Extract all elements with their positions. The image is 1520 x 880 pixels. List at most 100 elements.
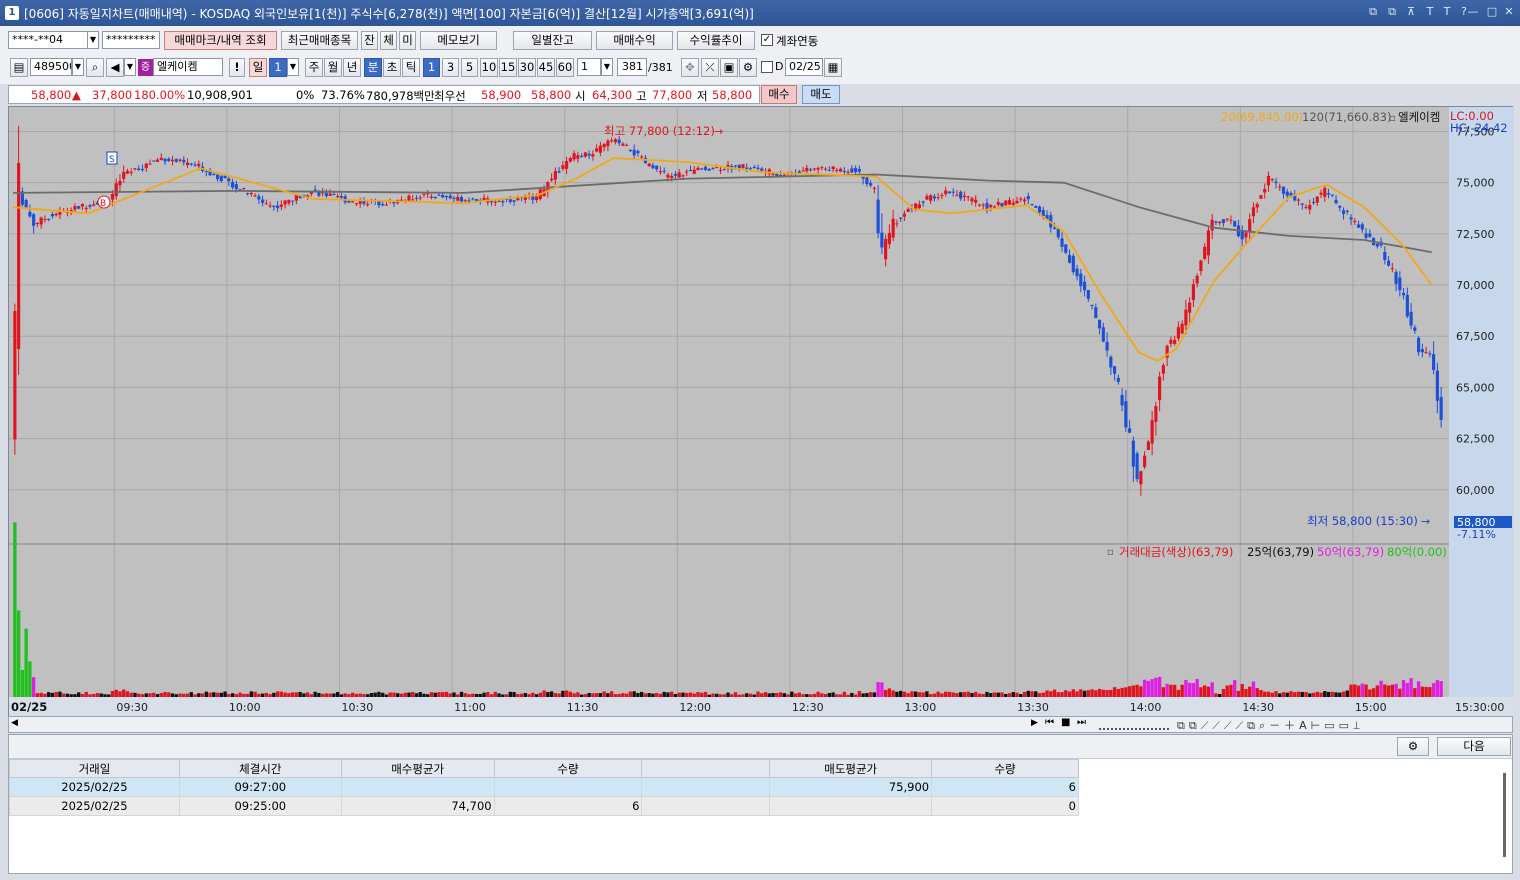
volume-bar [726, 692, 730, 697]
candle-body [1150, 420, 1154, 444]
restore-layout-icon[interactable]: ⧉ [1385, 5, 1399, 19]
current-price: 58,800 [31, 88, 72, 102]
chart-scroll-bar[interactable]: ◀ ▶ ⏮ ■ ⏭ ⧉⧉⟋⟋⟋⟋⧉⌕－＋A⊢▭▭⟂ [8, 716, 1513, 733]
panel-settings-icon[interactable]: ⚙ [1397, 737, 1429, 756]
volume-bar [913, 691, 918, 697]
alert-button[interactable]: ! [229, 58, 245, 77]
memo-button[interactable]: 메모보기 [420, 31, 497, 50]
sell-button[interactable]: 매도 [802, 85, 840, 104]
zoom-slider[interactable] [1099, 719, 1169, 730]
fast-forward-icon[interactable]: ⏭ [1077, 717, 1086, 728]
scroll-left-icon[interactable]: ◀ [11, 718, 18, 728]
period-month[interactable]: 월 [324, 58, 342, 77]
trade-profit-button[interactable]: 매매수익 [596, 31, 673, 50]
volume-bar [508, 691, 512, 697]
volume-bar [1274, 691, 1278, 697]
stop-icon[interactable]: ■ [1061, 717, 1070, 728]
period-day[interactable]: 일 [249, 58, 267, 77]
font-icon[interactable]: T [1423, 5, 1437, 19]
settings-icon[interactable]: ⚙ [739, 58, 757, 77]
minute-30[interactable]: 30 [518, 58, 536, 77]
trade-mark-button[interactable]: 매매마크/내역 조회 [164, 31, 277, 50]
zoom-tools-icon[interactable]: ⧉⧉⟋⟋⟋⟋⧉⌕－＋A⊢▭▭⟂ [1177, 717, 1364, 733]
candle-body [1330, 194, 1334, 196]
pin-icon[interactable]: ⊼ [1404, 5, 1418, 19]
minute-1[interactable]: 1 [423, 58, 440, 77]
account-dropdown-icon[interactable]: ▼ [87, 31, 99, 49]
speaker-dropdown-icon[interactable]: ▼ [124, 58, 136, 76]
volume-bar [880, 682, 884, 697]
ma120-line [12, 173, 1432, 254]
period-year[interactable]: 년 [343, 58, 361, 77]
layout-icon[interactable]: ⧉ [1366, 5, 1380, 19]
rewind-icon[interactable]: ⏮ [1045, 717, 1054, 728]
minute-5[interactable]: 5 [461, 58, 478, 77]
candle-body [1158, 376, 1162, 401]
save-icon[interactable]: ▣ [720, 58, 738, 77]
period-minute[interactable]: 분 [364, 58, 382, 77]
d-checkbox[interactable] [761, 61, 773, 73]
draw-tool-icon[interactable]: ⤫ [701, 58, 719, 77]
count-select[interactable]: 1 [577, 58, 601, 76]
volume-bar [1090, 689, 1094, 697]
candle-body [805, 167, 809, 172]
text-size-icon[interactable]: T [1440, 5, 1454, 19]
account-select[interactable]: ****-**04 [8, 31, 88, 49]
table-row[interactable]: 2025/02/25 09:25:00 74,700 6 0 [9, 796, 1079, 816]
date-input[interactable]: 02/25 [785, 58, 823, 76]
account-link-checkbox[interactable]: ✓ [761, 34, 773, 46]
executed-button[interactable]: 체 [380, 31, 397, 50]
table-row[interactable]: 2025/02/25 09:27:00 75,900 6 [9, 777, 1079, 797]
calendar-icon[interactable]: ▦ [824, 58, 842, 77]
panel-scrollbar[interactable] [1503, 773, 1506, 857]
crosshair-icon[interactable]: ✥ [681, 58, 699, 77]
minute-45[interactable]: 45 [537, 58, 555, 77]
period-week[interactable]: 주 [305, 58, 323, 77]
period-second[interactable]: 초 [383, 58, 401, 77]
candle-body [32, 214, 36, 226]
next-button[interactable]: 다음 [1437, 737, 1511, 756]
minute-15[interactable]: 15 [499, 58, 517, 77]
count-dropdown-icon[interactable]: ▼ [601, 58, 613, 76]
volume-bar [426, 694, 430, 697]
candle-body [1004, 200, 1008, 206]
stock-name-field[interactable]: 엘케이켐 [153, 58, 223, 76]
volume-bar [962, 692, 967, 697]
volume-bar [1101, 689, 1106, 697]
recent-trades-button[interactable]: 최근매매종목 [281, 31, 358, 50]
period-dropdown-icon[interactable]: ▼ [287, 58, 299, 76]
maximize-button[interactable]: □ [1485, 5, 1499, 19]
minute-10[interactable]: 10 [480, 58, 498, 77]
volume-bar [868, 692, 873, 697]
minimize-button[interactable]: — [1466, 5, 1480, 19]
close-button[interactable]: ✕ [1502, 5, 1516, 19]
password-field[interactable]: ********* [102, 31, 160, 49]
buy-button[interactable]: 매수 [761, 85, 797, 104]
candle-body [1131, 440, 1135, 467]
bar-count-input[interactable]: 381 [617, 58, 647, 76]
code-search-icon[interactable]: ▤ [10, 58, 28, 77]
scroll-right-icon[interactable]: ▶ [1031, 718, 1038, 728]
return-trend-button[interactable]: 수익률추이 [677, 31, 755, 50]
chart-area[interactable]: 60,000 62,500 65,000 67,500 70,000 72,500 75,0… [8, 106, 1514, 717]
balance-button[interactable]: 잔 [361, 31, 378, 50]
volume-bar [257, 693, 261, 697]
speaker-icon[interactable]: ◀ [106, 58, 124, 77]
candle-body [508, 199, 512, 202]
minute-3[interactable]: 3 [442, 58, 459, 77]
period-tick[interactable]: 틱 [402, 58, 420, 77]
low-arrow-icon: → [1421, 515, 1430, 528]
daily-balance-button[interactable]: 일별잔고 [513, 31, 592, 50]
best-ask: 58,900 [481, 88, 522, 102]
price-tick-label: 67,500 [1456, 330, 1495, 343]
stock-code-input[interactable]: 489500 [30, 58, 72, 76]
toolbar-account: ****-**04 ▼ ********* 매매마크/내역 조회 최근매매종목 … [0, 26, 1520, 56]
volume-bar [275, 691, 280, 697]
period-day-count[interactable]: 1 [269, 58, 287, 77]
candle-body [636, 150, 640, 154]
search-icon[interactable]: ⌕ [86, 58, 104, 77]
minute-60[interactable]: 60 [556, 58, 574, 77]
code-dropdown-icon[interactable]: ▼ [72, 58, 84, 76]
unfilled-button[interactable]: 미 [399, 31, 416, 50]
price-volume-chart[interactable]: 60,000 62,500 65,000 67,500 70,000 72,500 75,0… [9, 107, 1514, 717]
